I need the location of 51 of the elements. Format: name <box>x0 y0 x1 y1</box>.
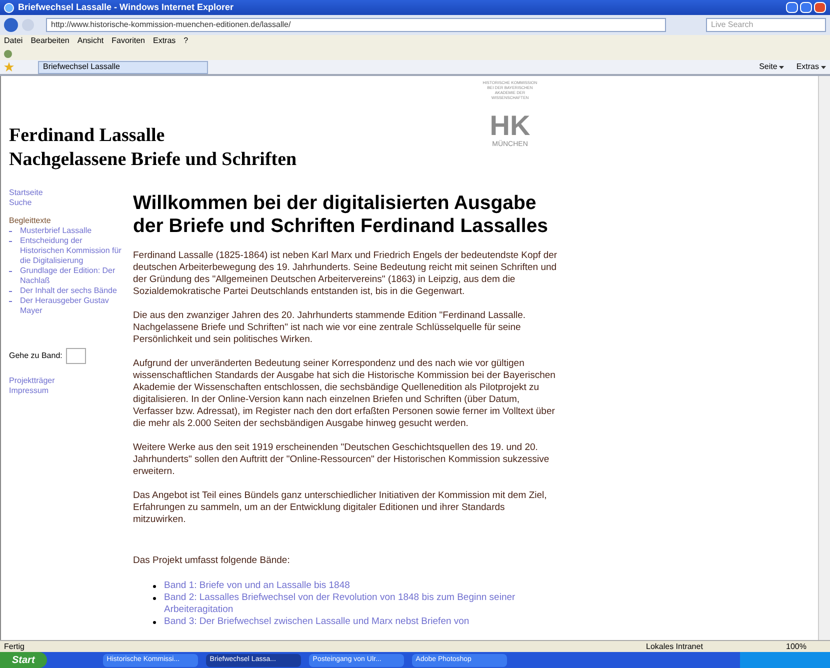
scrollbar[interactable] <box>818 76 830 640</box>
bullet-icon <box>153 621 156 624</box>
maximize-button[interactable] <box>800 2 812 13</box>
nav-link[interactable]: Impressum <box>9 386 49 395</box>
nav-link[interactable]: Suche <box>9 198 32 207</box>
goto-label: Gehe zu Band: <box>9 351 62 361</box>
window-title: Briefwechsel Lassalle - Windows Internet Explorer <box>18 0 234 14</box>
nav-link[interactable]: Projektträger <box>9 376 55 385</box>
command-button[interactable]: Extras <box>796 61 819 73</box>
menu-item[interactable]: Favoriten <box>112 35 145 47</box>
close-button[interactable] <box>814 2 826 13</box>
menu-item[interactable]: Datei <box>4 35 23 47</box>
paragraph: Das Projekt umfasst folgende Bände: <box>133 554 291 568</box>
volume-link[interactable]: Band 3: Der Briefwechsel zwischen Lassalle und Marx nebst Briefen von <box>164 616 470 628</box>
paragraph: Weitere Werke aus den seit 1919 erscheinenden "Deutschen Geschichtsquellen des 19. und 20. Jahrhunderts" sollen den Auftritt der "Online-Ressourcen" der Historischen Kommission sukzessive erweitern. <box>133 442 550 478</box>
favorites-star-icon[interactable] <box>4 62 14 72</box>
volume-link[interactable]: Band 2: Lassalles Briefwechsel von der Revolution von 1848 bis zum Beginn seiner Arbeiteragitation <box>164 592 558 616</box>
menu-item[interactable]: Bearbeiten <box>30 35 70 47</box>
nav-link[interactable]: Grundlage der Edition: Der Nachlaß <box>20 266 125 286</box>
caret-icon <box>779 66 784 68</box>
site-title: Nachgelassene Briefe und Schriften <box>9 148 297 172</box>
paragraph: Die aus den zwanziger Jahren des 20. Jahrhunderts stammende Edition "Ferdinand Lassalle. Nachgelassene Briefe und Schriften" ist nach wie vor eine zentrale Schlüsselquelle für seine Persönlichkeit und sein politisches Wirken. <box>133 310 527 346</box>
status-text: Fertig <box>4 640 24 652</box>
back-button[interactable] <box>4 18 18 32</box>
menu-item[interactable]: ? <box>184 35 188 47</box>
nav-link[interactable]: Entscheidung der Historischen Kommission für die Digitalisierung <box>20 236 125 266</box>
nav-link[interactable]: Startseite <box>9 188 43 197</box>
volume-input[interactable] <box>66 348 86 364</box>
address-field[interactable]: http://www.historische-kommission-muenchen-editionen.de/lassalle/ <box>46 18 666 32</box>
command-button[interactable]: Seite <box>759 61 778 73</box>
paragraph: Aufgrund der unveränderten Bedeutung seiner Korrespondenz und des nach wie vor gültigen wissenschaftlichen Standards der Ausgabe hat sich die Historische Kommission bei der Bayerischen Akademie der Wissenschaften entschlossen, die sechsbändige Quellenedition als Pilotprojekt zu digitalisieren. In der Online-Version kann nach einzelnen Briefen und Schriften (über Datum, Verfasser bzw. Adressat), im Register nach den dort erfaßten Personen sowie ferner im Volltext über die mehr als 2.000 Seiten der sechsbändigen Ausgabe hinweg gesucht werden. <box>133 358 556 430</box>
browser-tab[interactable]: Briefwechsel Lassalle <box>38 60 208 74</box>
nav-link[interactable]: Der Herausgeber Gustav Mayer <box>20 296 125 316</box>
paragraph: Das Angebot ist Teil eines Bündels ganz unterschiedlicher Initiativen der Kommission mit dem Ziel, Erfahrungen zu sammeln, um an der Entwicklung digitaler Editionen und ihrer Standards mitzuwirken. <box>133 490 548 526</box>
zone-text: Lokales Intranet <box>646 640 704 652</box>
caret-icon <box>821 66 826 68</box>
minimize-button[interactable] <box>786 2 798 13</box>
bullet-icon <box>153 585 156 588</box>
volume-link[interactable]: Band 1: Briefe von und an Lassalle bis 1848 <box>164 580 350 592</box>
menu-item[interactable]: Ansicht <box>77 35 104 47</box>
search-field[interactable]: Live Search <box>706 18 826 32</box>
nav-link[interactable]: Musterbrief Lassalle <box>20 226 125 236</box>
section-heading: Begleittexte <box>9 216 52 226</box>
page-heading: Willkommen bei der digitalisierten Ausgabe der Briefe und Schriften Ferdinand Lassalles <box>133 192 550 238</box>
menu-item[interactable]: Extras <box>152 35 176 47</box>
bullet-icon <box>153 597 156 600</box>
paragraph: Ferdinand Lassalle (1825-1864) ist neben Karl Marx und Friedrich Engels der bedeutendste Kopf der deutschen Arbeiterbewegung des 19. Jahrhunderts. Seine Bedeutung reicht mit seinen Schriften und der Gründung des "Allgemeinen Deutschen Arbeitervereins" (1863) in Leipzig, aus dem die Sozialdemokratische Partei Deutschlands entstanden ist, bis in die Gegenwart. <box>133 250 558 298</box>
start-button[interactable]: Start <box>0 652 47 668</box>
site-title: Ferdinand Lassalle <box>9 124 166 148</box>
nav-link[interactable]: Der Inhalt der sechs Bände <box>20 286 125 296</box>
zoom-text: 100% <box>786 640 808 652</box>
